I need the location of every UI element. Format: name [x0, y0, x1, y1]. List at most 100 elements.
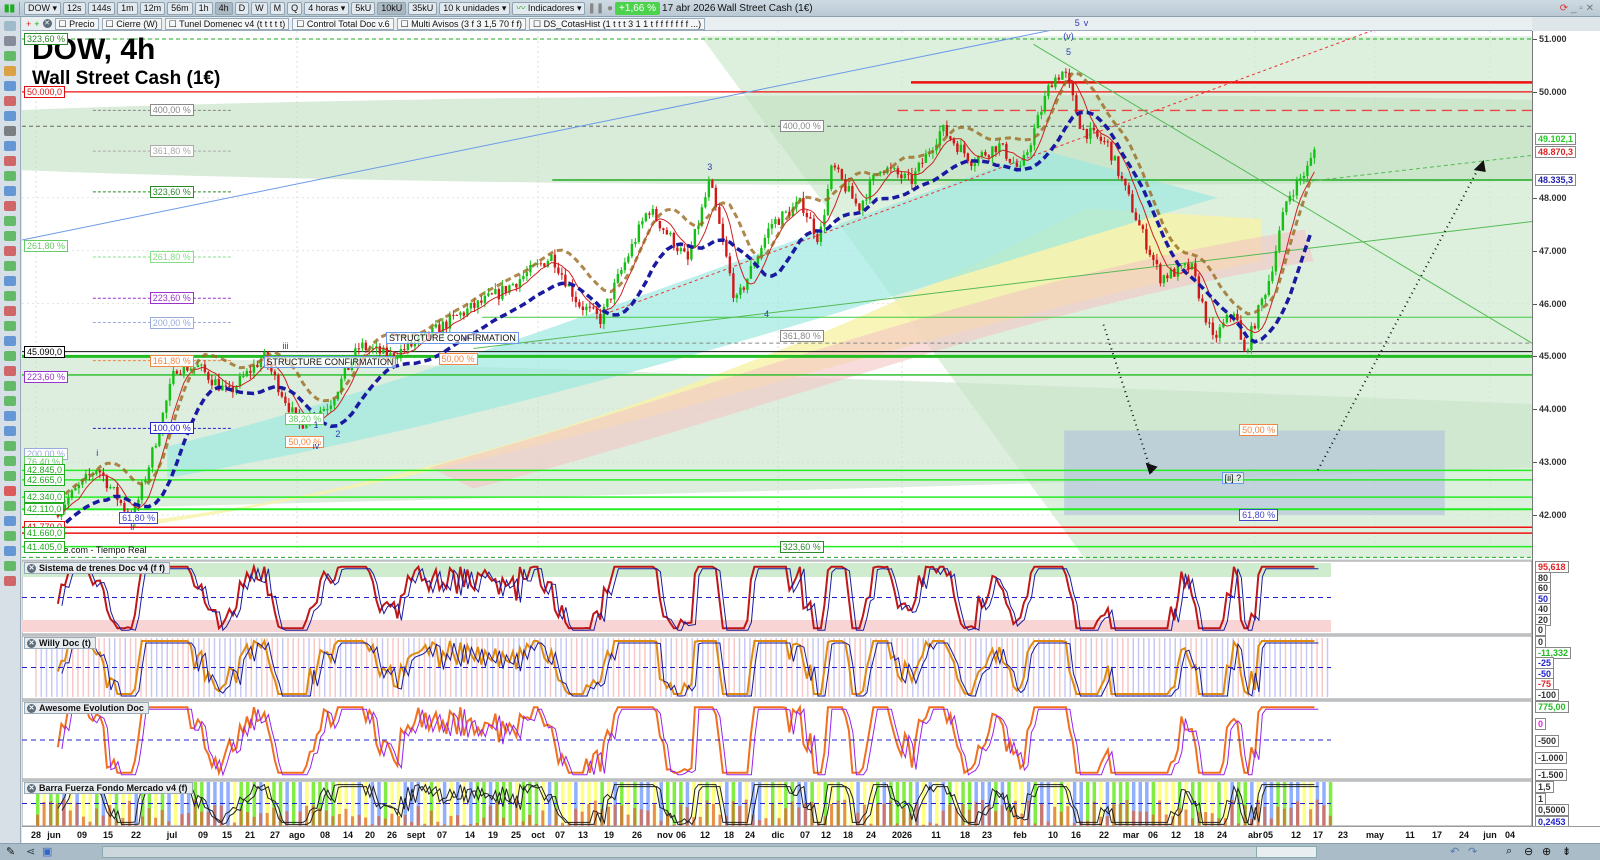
chart-type-icon[interactable]: ▮▮ [4, 3, 15, 14]
panel-title[interactable]: ✕ Willy Doc (t) [24, 637, 96, 649]
drawing-tool-icon[interactable] [4, 291, 16, 301]
drawing-tool-icon[interactable] [4, 531, 16, 541]
drawing-tool-icon[interactable] [4, 501, 16, 511]
candle-body [1152, 255, 1155, 260]
drawing-tool-icon[interactable] [4, 471, 16, 481]
close-icon[interactable]: ✕ [1586, 3, 1594, 14]
strength-bar [738, 806, 742, 826]
drawing-tool-icon[interactable] [4, 66, 16, 76]
panel-title[interactable]: ✕ Awesome Evolution Doc [24, 702, 149, 714]
close-panel-icon[interactable]: ✕ [27, 563, 36, 573]
drawing-tool-icon[interactable] [4, 201, 16, 211]
zoom-fit-icon[interactable]: ⌕ [1506, 845, 1512, 858]
interval-12s[interactable]: 12s [63, 1, 86, 15]
drawing-tool-icon[interactable] [4, 231, 16, 241]
drawing-tool-icon[interactable] [4, 111, 16, 121]
drawing-tool-icon[interactable] [4, 51, 16, 61]
add-indicator-icon[interactable]: + [26, 19, 31, 29]
candle-body [207, 372, 210, 380]
indicator-chip[interactable]: ☐ Control Total Doc v.6 [292, 17, 394, 30]
zoom-out-icon[interactable]: ⊖ [1524, 845, 1533, 858]
drawing-tool-icon[interactable] [4, 546, 16, 556]
redo-icon[interactable]: ↷ [1468, 845, 1477, 858]
drawing-tool-icon[interactable] [4, 246, 16, 256]
pencil-icon[interactable]: ✎ [6, 845, 15, 858]
indicator-chip[interactable]: ☐ DS_CotasHist (1 t t t 3 1 1 t f f f f … [529, 17, 706, 30]
interval-D[interactable]: D [234, 1, 250, 15]
indicators-button[interactable]: 〰 Indicadores ▾ [512, 1, 586, 15]
drawing-tool-icon[interactable] [4, 156, 16, 166]
close-panel-icon[interactable]: ✕ [27, 783, 36, 793]
close-panel-icon[interactable]: ✕ [27, 638, 36, 648]
drawing-tool-icon[interactable] [4, 141, 16, 151]
drawing-tool-icon[interactable] [4, 276, 16, 286]
drawing-tool-icon[interactable] [4, 21, 16, 31]
drawing-tool-icon[interactable] [4, 456, 16, 466]
drawing-tool-icon[interactable] [4, 351, 16, 361]
drawing-tool-icon[interactable] [4, 321, 16, 331]
drawing-tool-icon[interactable] [4, 36, 16, 46]
pause-icon[interactable]: ❚❚ ● [587, 3, 613, 14]
interval-56m[interactable]: 56m [167, 1, 193, 15]
interval-4h[interactable]: 4h [214, 1, 233, 15]
interval-144s[interactable]: 144s [87, 1, 116, 15]
drawing-tool-icon[interactable] [4, 171, 16, 181]
drawing-tool-icon[interactable] [4, 426, 16, 436]
interval-Q[interactable]: Q [287, 1, 303, 15]
drawing-tool-icon[interactable] [4, 336, 16, 346]
indicator-chip[interactable]: ☐ Precio [54, 17, 99, 30]
indicator-chip[interactable]: ☐ Tunel Domenec v4 (t t t t t) [164, 17, 290, 30]
drawing-tool-icon[interactable] [4, 411, 16, 421]
drawing-tool-icon[interactable] [4, 561, 16, 571]
restore-icon[interactable]: ▫ [1579, 3, 1583, 14]
time-axis[interactable]: 28 jun 09 15 22 jul 09 15 21 27 ago 08 14 20 26 sept 07 1… [22, 826, 1600, 843]
units-35kU[interactable]: 35kU [408, 1, 438, 15]
drawing-tool-icon[interactable] [4, 306, 16, 316]
units-10kU[interactable]: 10kU [377, 1, 407, 15]
drawing-tool-icon[interactable] [4, 576, 16, 586]
drawing-tool-icon[interactable] [4, 126, 16, 136]
undo-icon[interactable]: ↶ [1450, 845, 1459, 858]
remove-icon[interactable]: ✕ [42, 19, 52, 28]
drawing-tool-icon[interactable] [4, 381, 16, 391]
units-select[interactable]: 10 k unidades ▾ [439, 1, 511, 15]
scroll-thumb[interactable] [1256, 847, 1316, 857]
zoom-in-icon[interactable]: ⊕ [1542, 845, 1551, 858]
interval-W[interactable]: W [251, 1, 268, 15]
drawing-tool-icon[interactable] [4, 261, 16, 271]
close-panel-icon[interactable]: ✕ [27, 703, 36, 713]
share-icon[interactable]: ⋖ [26, 845, 35, 858]
interval-1h[interactable]: 1h [194, 1, 213, 15]
units-5kU[interactable]: 5kU [351, 1, 376, 15]
period-select[interactable]: 4 horas ▾ [304, 1, 350, 15]
candle-body [578, 302, 581, 307]
date-label: jun [1483, 830, 1497, 840]
interval-12m[interactable]: 12m [139, 1, 166, 15]
price-axis[interactable]: 51.000 50.000 48.000 47.000 46.000 45.000 44.0… [1532, 31, 1600, 828]
add-green-icon[interactable]: + [34, 19, 39, 29]
drawing-tool-icon[interactable] [4, 366, 16, 376]
drawing-tool-icon[interactable] [4, 396, 16, 406]
indicator-chip[interactable]: ☐ Multi Avisos (3 f 3 1,5 70 f f) [396, 17, 527, 30]
settings-icon[interactable]: ⇟ [1562, 845, 1571, 858]
panel-title[interactable]: ✕ Barra Fuerza Fondo Mercado v4 (f) [24, 782, 193, 794]
interval-1m[interactable]: 1m [117, 1, 138, 15]
drawing-tool-icon[interactable] [4, 441, 16, 451]
candle-body [158, 433, 161, 446]
panel-title[interactable]: ✕ Sistema de trenes Doc v4 (f f) [24, 562, 171, 574]
refresh-icon[interactable]: ⟳ [1560, 3, 1568, 14]
drawing-tool-icon[interactable] [4, 216, 16, 226]
chart-canvas[interactable] [22, 31, 1532, 826]
drawing-tool-icon[interactable] [4, 186, 16, 196]
interval-M[interactable]: M [269, 1, 286, 15]
drawing-tool-icon[interactable] [4, 96, 16, 106]
drawing-tool-icon[interactable] [4, 486, 16, 496]
symbol-select[interactable]: DOW ▾ [24, 1, 62, 15]
chat-icon[interactable]: ▣ [42, 845, 52, 858]
indicator-chip[interactable]: ☐ Cierre (W) [101, 17, 162, 30]
minimize-icon[interactable]: _ [1571, 3, 1577, 14]
horizontal-scrollbar[interactable] [102, 846, 1317, 858]
drawing-tool-icon[interactable] [4, 516, 16, 526]
drawing-tool-icon[interactable] [4, 81, 16, 91]
date-label: 17 abr 2026 [662, 2, 716, 14]
